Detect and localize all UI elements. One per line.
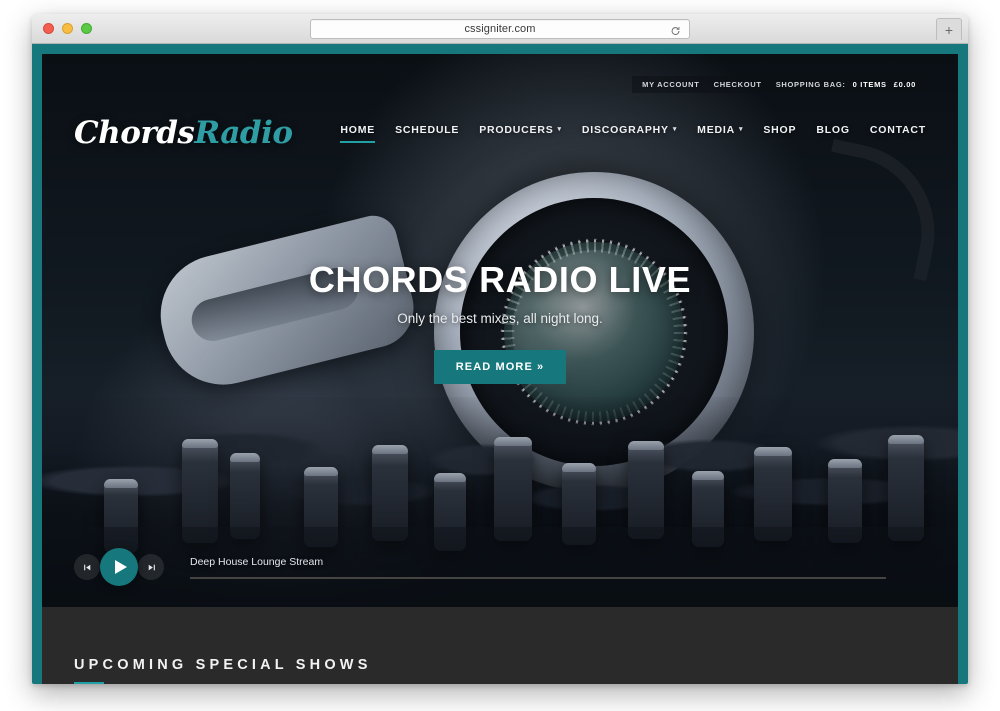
close-window-button[interactable] (43, 23, 54, 34)
nav-label: SHOP (763, 123, 797, 136)
hero-copy: CHORDS RADIO LIVE Only the best mixes, a… (42, 259, 958, 384)
section-title-underline (74, 682, 104, 684)
mixer-knob (628, 441, 664, 539)
upcoming-shows-section: UPCOMING SPECIAL SHOWS (42, 607, 958, 684)
checkout-link[interactable]: CHECKOUT (714, 80, 762, 89)
chevron-down-icon: ▾ (557, 126, 562, 133)
traffic-lights (43, 23, 92, 34)
browser-window: cssigniter.com + MY ACCOUNT CHECKOUT SHO… (32, 14, 968, 684)
skip-previous-icon (83, 564, 90, 570)
shopping-bag-count: 0 ITEMS (852, 80, 887, 89)
player-track-area: Deep House Lounge Stream (190, 556, 886, 579)
mixer-knob (888, 435, 924, 541)
nav-item-producers[interactable]: PRODUCERS ▾ (479, 124, 562, 143)
utility-bar: MY ACCOUNT CHECKOUT SHOPPING BAG: 0 ITEM… (632, 76, 926, 93)
nav-item-schedule[interactable]: SCHEDULE (395, 124, 459, 143)
main-navigation: HOME SCHEDULE PRODUCERS ▾ DISCOGRAPHY ▾ (340, 124, 926, 143)
nav-item-media[interactable]: MEDIA ▾ (697, 124, 743, 143)
reload-icon[interactable] (670, 24, 681, 35)
nav-label: PRODUCERS (479, 123, 554, 136)
nav-label: SCHEDULE (395, 123, 460, 136)
player-progress-bar[interactable] (190, 576, 886, 579)
nav-label: MEDIA (697, 123, 736, 136)
browser-titlebar: cssigniter.com + (32, 14, 968, 44)
shopping-bag-label: SHOPPING BAG: (775, 80, 846, 89)
read-more-button[interactable]: READ MORE » (433, 350, 567, 384)
section-title: UPCOMING SPECIAL SHOWS (74, 657, 372, 673)
site-logo[interactable]: ChordsRadio (74, 115, 293, 151)
shopping-bag-total: £0.00 (893, 80, 916, 89)
chevron-down-icon: ▾ (672, 126, 678, 133)
page-viewport: MY ACCOUNT CHECKOUT SHOPPING BAG: 0 ITEM… (32, 44, 968, 684)
my-account-link[interactable]: MY ACCOUNT (642, 80, 699, 89)
nav-label: HOME (340, 123, 376, 136)
audio-player: Deep House Lounge Stream (42, 527, 958, 607)
nav-item-home[interactable]: HOME (340, 124, 375, 143)
logo-text-chords: Chords (74, 115, 195, 151)
nav-item-contact[interactable]: CONTACT (870, 124, 926, 143)
url-text: cssigniter.com (464, 23, 536, 35)
chevron-down-icon: ▾ (739, 126, 744, 133)
previous-track-button[interactable] (74, 554, 100, 580)
nav-label: CONTACT (869, 123, 926, 136)
player-controls (74, 548, 164, 586)
play-icon (114, 560, 127, 574)
minimize-window-button[interactable] (62, 23, 73, 34)
skip-next-icon (148, 564, 155, 570)
site-content-frame: MY ACCOUNT CHECKOUT SHOPPING BAG: 0 ITEM… (42, 54, 958, 684)
nav-item-discography[interactable]: DISCOGRAPHY ▾ (582, 124, 677, 143)
hero-title: CHORDS RADIO LIVE (308, 259, 692, 300)
nav-item-shop[interactable]: SHOP (763, 124, 796, 143)
shopping-bag[interactable]: SHOPPING BAG: 0 ITEMS £0.00 (776, 80, 916, 89)
maximize-window-button[interactable] (81, 23, 92, 34)
next-track-button[interactable] (138, 554, 164, 580)
mixer-knob (494, 437, 532, 541)
logo-text-radio: Radio (194, 115, 293, 151)
nav-label: DISCOGRAPHY (581, 123, 669, 136)
new-tab-button[interactable]: + (936, 18, 962, 40)
track-title: Deep House Lounge Stream (190, 555, 324, 568)
play-button[interactable] (100, 548, 138, 586)
nav-item-blog[interactable]: BLOG (816, 124, 850, 143)
hero-section: MY ACCOUNT CHECKOUT SHOPPING BAG: 0 ITEM… (42, 54, 958, 607)
site-header: ChordsRadio HOME SCHEDULE PRODUCERS ▾ DI… (42, 98, 958, 168)
nav-label: BLOG (816, 123, 850, 136)
hero-subtitle: Only the best mixes, all night long. (397, 311, 603, 326)
address-bar[interactable]: cssigniter.com (310, 19, 690, 39)
